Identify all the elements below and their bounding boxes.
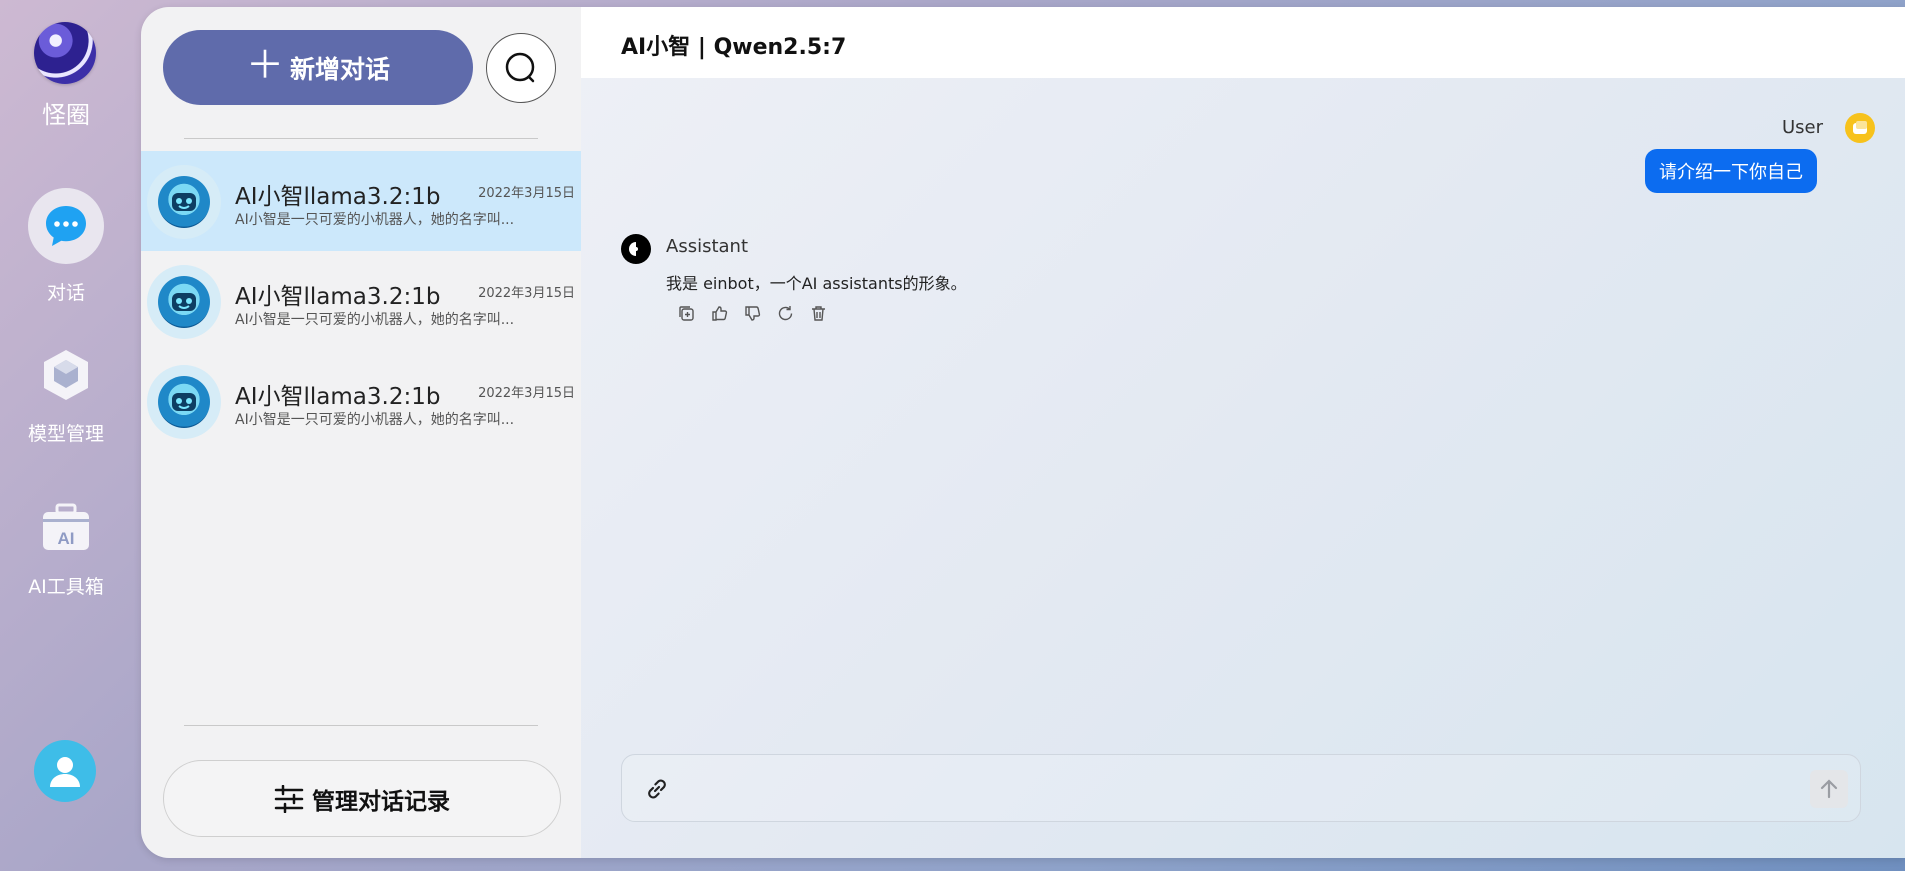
chat-title: AI小智 | Qwen2.5:7 [621, 35, 847, 60]
conversation-sidebar: ＋ 新增对话 AI小智llama3.2:1b 2022年3月15日 AI小智是一… [141, 7, 581, 858]
assistant-message: 我是 einbot，一个AI assistants的形象。 [666, 274, 967, 293]
nav-item-model-management[interactable]: 模型管理 [0, 345, 132, 446]
user-message-avatar-icon [1845, 113, 1875, 143]
conversation-title: AI小智llama3.2:1b [235, 184, 441, 210]
left-rail: 怪圈 对话 模型管理 AI AI工具箱 [0, 0, 132, 871]
robot-avatar-icon [147, 265, 221, 339]
sliders-icon [274, 784, 304, 813]
divider [184, 725, 538, 726]
manage-history-label: 管理对话记录 [312, 788, 450, 815]
nav-label-models: 模型管理 [27, 423, 104, 445]
copy-icon[interactable] [677, 304, 696, 323]
new-chat-label: 新增对话 [290, 55, 391, 84]
manage-history-button[interactable]: 管理对话记录 [163, 760, 561, 837]
conversation-item[interactable]: AI小智llama3.2:1b 2022年3月15日 AI小智是一只可爱的小机器… [141, 251, 581, 351]
regenerate-icon[interactable] [776, 304, 795, 323]
arrow-up-icon [1820, 779, 1838, 799]
thumbs-down-icon[interactable] [743, 304, 762, 323]
divider [184, 138, 538, 139]
conversation-title: AI小智llama3.2:1b [235, 384, 441, 410]
plus-icon: ＋ [245, 44, 284, 87]
send-button[interactable] [1810, 770, 1848, 808]
person-icon [50, 757, 80, 787]
nav-label-chat: 对话 [46, 282, 85, 304]
assistant-avatar-icon [621, 234, 651, 264]
nav-label-toolbox: AI工具箱 [28, 576, 104, 598]
message-input-box[interactable] [621, 754, 1861, 822]
conversation-date: 2022年3月15日 [478, 286, 575, 301]
cube-icon [44, 350, 88, 400]
search-button[interactable] [486, 33, 556, 103]
nav-item-ai-toolbox[interactable]: AI AI工具箱 [0, 498, 132, 599]
conversation-preview: AI小智是一只可爱的小机器人，她的名字叫... [235, 212, 515, 228]
planet-logo-icon [34, 22, 96, 84]
conversation-date: 2022年3月15日 [478, 186, 575, 201]
assistant-name: Assistant [666, 236, 749, 257]
conversation-preview: AI小智是一只可爱的小机器人，她的名字叫... [235, 312, 515, 328]
chat-header: AI小智 | Qwen2.5:7 [581, 7, 1905, 78]
robot-avatar-icon [147, 365, 221, 439]
app-frame: ＋ 新增对话 AI小智llama3.2:1b 2022年3月15日 AI小智是一… [141, 7, 1905, 858]
search-icon [505, 52, 535, 83]
chat-panel: AI小智 | Qwen2.5:7 User 请介绍一下你自己 Assistant… [581, 7, 1905, 858]
robot-avatar-icon [147, 165, 221, 239]
toolbox-ai-icon: AI [43, 503, 89, 550]
conversation-title: AI小智llama3.2:1b [235, 284, 441, 310]
chat-bubble-icon [46, 206, 86, 246]
user-message-bubble: 请介绍一下你自己 [1645, 149, 1817, 193]
conversation-item[interactable]: AI小智llama3.2:1b 2022年3月15日 AI小智是一只可爱的小机器… [141, 151, 581, 251]
conversation-date: 2022年3月15日 [478, 386, 575, 401]
user-name: User [1781, 117, 1823, 138]
nav-item-chat[interactable]: 对话 [0, 188, 132, 305]
svg-text:AI: AI [58, 529, 75, 548]
thumbs-up-icon[interactable] [710, 304, 729, 323]
conversation-preview: AI小智是一只可爱的小机器人，她的名字叫... [235, 412, 515, 428]
attach-link-icon[interactable] [642, 774, 672, 804]
new-chat-button[interactable]: ＋ 新增对话 [163, 30, 473, 105]
delete-icon[interactable] [809, 304, 828, 323]
user-avatar-icon[interactable] [34, 740, 96, 802]
conversation-item[interactable]: AI小智llama3.2:1b 2022年3月15日 AI小智是一只可爱的小机器… [141, 351, 581, 451]
message-actions [677, 304, 828, 323]
brand-name: 怪圈 [42, 101, 90, 129]
